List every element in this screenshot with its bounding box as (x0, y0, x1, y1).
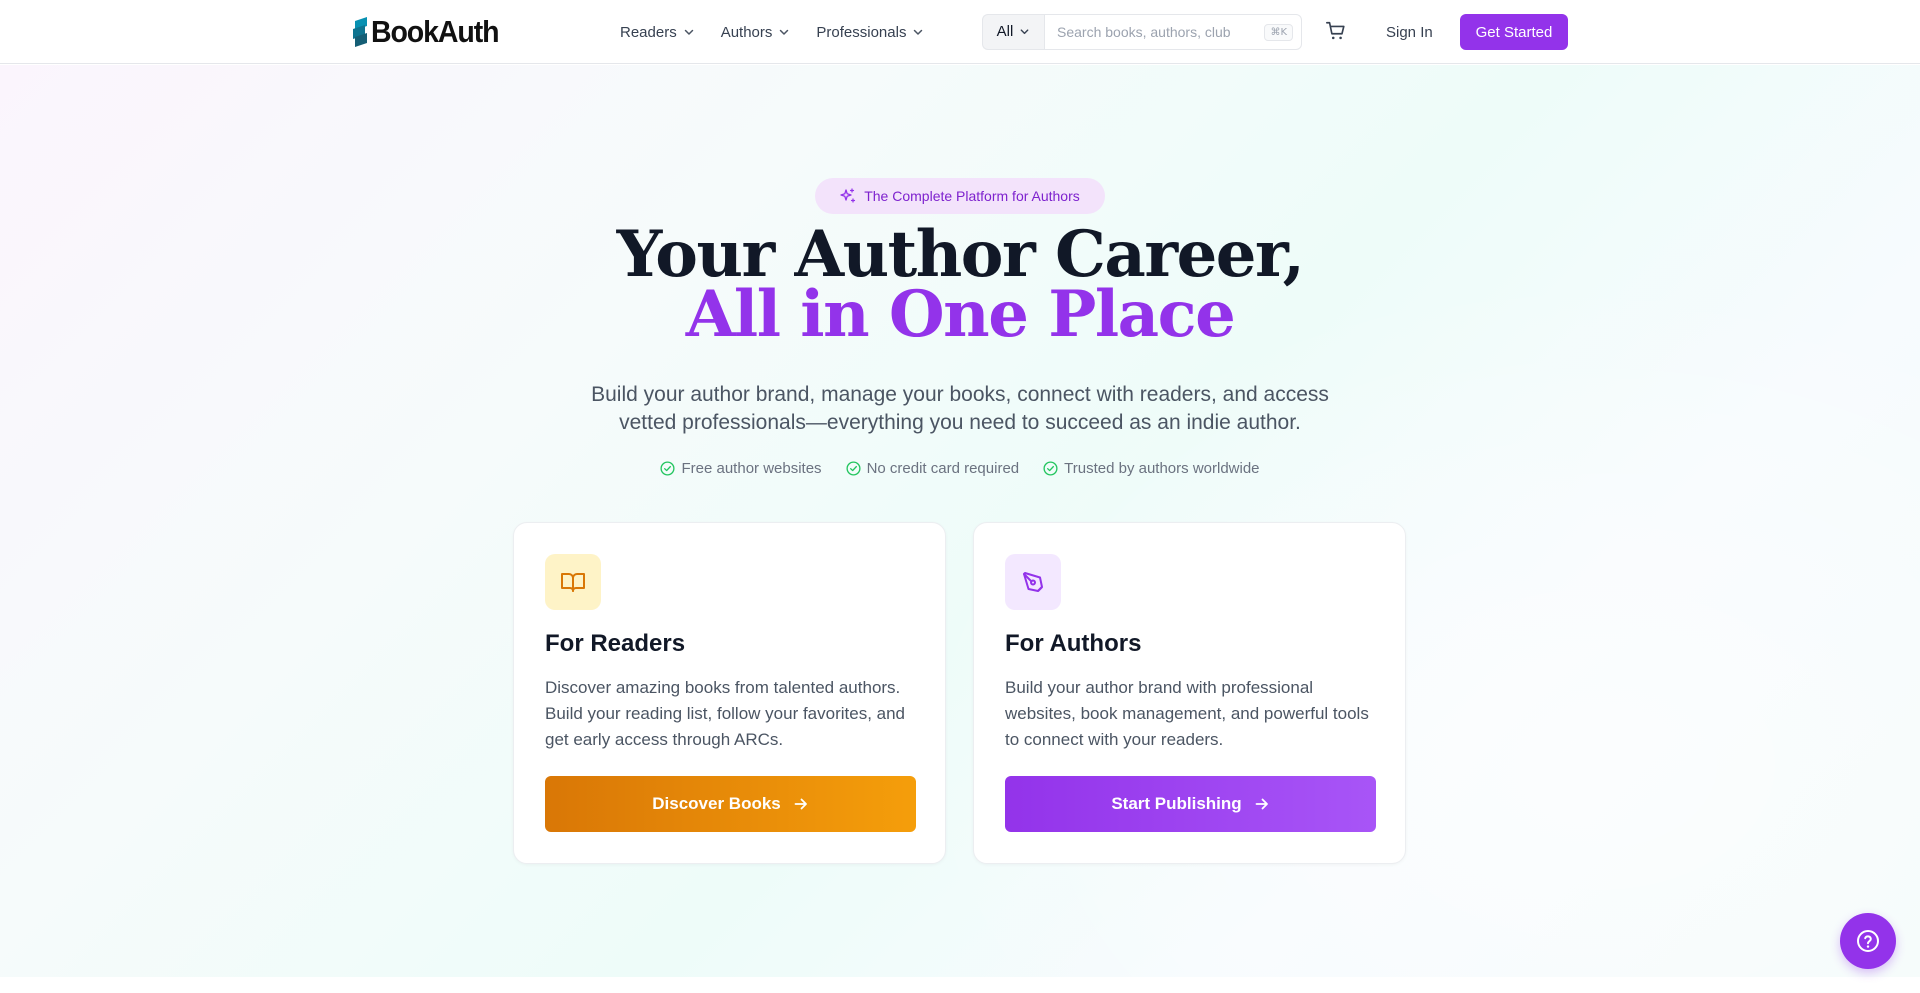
top-navbar: BookAuth Readers Authors Professionals A… (0, 0, 1920, 64)
discover-books-button[interactable]: Discover Books (545, 776, 916, 832)
search-bar: All ⌘K (982, 14, 1302, 50)
help-button[interactable] (1840, 913, 1896, 969)
chevron-down-icon (914, 29, 923, 35)
search-scope-select[interactable]: All (982, 14, 1044, 50)
arrow-right-icon (1255, 798, 1268, 810)
pen-tool-icon (1023, 572, 1043, 592)
feature-label: Trusted by authors worldwide (1064, 460, 1260, 477)
feature-item: No credit card required (846, 460, 1020, 477)
hero-badge: The Complete Platform for Authors (815, 178, 1105, 214)
book-open-icon (561, 573, 585, 592)
hero-badge-label: The Complete Platform for Authors (864, 188, 1080, 204)
readers-card-icon-box (545, 554, 601, 610)
shopping-cart-icon[interactable] (1325, 20, 1347, 42)
hero-section: The Complete Platform for Authors Your A… (0, 65, 1920, 977)
get-started-button[interactable]: Get Started (1460, 14, 1568, 50)
nav-item-label: Authors (720, 23, 773, 41)
check-circle-icon (660, 461, 676, 476)
search-field: ⌘K (1044, 14, 1302, 50)
sparkles-icon (840, 188, 856, 203)
check-circle-icon (1043, 461, 1058, 476)
feature-item: Free author websites (660, 460, 822, 477)
feature-label: No credit card required (866, 460, 1020, 477)
chevron-down-icon (684, 29, 693, 35)
brand-logo[interactable]: BookAuth (353, 14, 509, 50)
hero-title-line2: All in One Place (685, 277, 1236, 352)
check-circle-icon (846, 461, 861, 476)
hero-description: Build your author brand, manage your boo… (591, 383, 1329, 434)
chevron-down-icon (1020, 28, 1029, 34)
search-scope-label: All (996, 22, 1014, 40)
hero-title: Your Author Career, All in One Place (460, 223, 1460, 352)
authors-card-title: For Authors (1005, 630, 1142, 657)
main-menu: Readers Authors Professionals (607, 0, 937, 64)
readers-card-description: Discover amazing books from talented aut… (545, 678, 906, 749)
page-bottom-edge (0, 977, 1920, 993)
discover-books-label: Discover Books (652, 794, 781, 813)
nav-item-professionals[interactable]: Professionals (803, 16, 937, 49)
nav-item-label: Readers (620, 23, 677, 41)
sign-in-link[interactable]: Sign In (1372, 14, 1447, 50)
help-circle-icon (1857, 930, 1879, 952)
authors-card: For Authors Build your author brand with… (973, 522, 1406, 864)
readers-card-title: For Readers (545, 630, 686, 657)
search-input[interactable] (1057, 24, 1262, 40)
nav-item-authors[interactable]: Authors (708, 16, 804, 49)
authors-card-icon-box (1005, 554, 1061, 610)
logo-mark-icon (353, 17, 367, 47)
authors-card-description: Build your author brand with professiona… (1005, 678, 1369, 749)
start-publishing-label: Start Publishing (1111, 794, 1242, 813)
readers-card: For Readers Discover amazing books from … (513, 522, 946, 864)
brand-name: BookAuth (371, 14, 500, 49)
start-publishing-button[interactable]: Start Publishing (1005, 776, 1376, 832)
feature-item: Trusted by authors worldwide (1043, 460, 1260, 477)
nav-item-readers[interactable]: Readers (607, 16, 708, 49)
nav-item-label: Professionals (816, 23, 907, 41)
arrow-right-icon (794, 798, 807, 810)
keyboard-shortcut-hint: ⌘K (1264, 23, 1293, 41)
chevron-down-icon (780, 29, 789, 35)
feature-label: Free author websites (681, 460, 822, 477)
hero-feature-list: Free author websites No credit card requ… (560, 460, 1360, 477)
